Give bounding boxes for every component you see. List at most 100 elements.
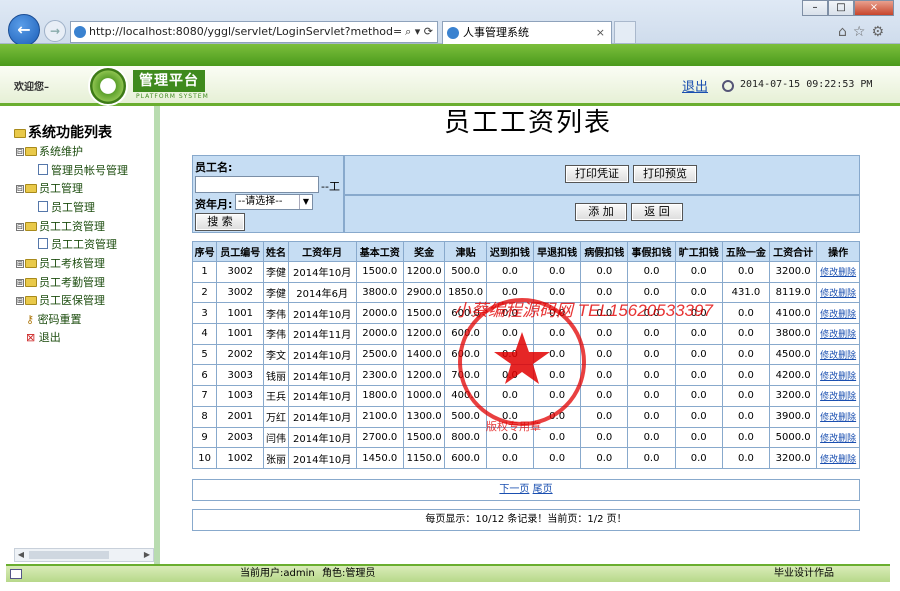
print-preview-button[interactable]: 打印预览 — [633, 165, 697, 183]
sidebar-item-insurance[interactable]: ⊞ 员工医保管理 — [16, 292, 105, 308]
table-cell: 0.0 — [533, 343, 582, 366]
back-button[interactable]: ← — [8, 14, 40, 46]
table-cell: 2014年10月 — [287, 364, 357, 387]
folder-icon — [14, 129, 26, 138]
collapse-icon[interactable]: ⊟ — [16, 223, 24, 231]
delete-link[interactable]: 删除 — [838, 310, 856, 320]
sidebar-item-password-reset[interactable]: ⚷ 密码重置 — [26, 311, 82, 327]
sidebar-scrollbar[interactable]: ◀ ▶ — [14, 548, 154, 562]
delete-link[interactable]: 删除 — [838, 392, 856, 402]
delete-link[interactable]: 删除 — [838, 413, 856, 423]
add-button[interactable]: 添 加 — [575, 203, 627, 221]
actions-cell: 修改删除 — [816, 405, 860, 428]
table-cell: 0.0 — [674, 323, 723, 345]
address-bar[interactable]: http://localhost:8080/yggl/servlet/Login… — [70, 21, 438, 43]
column-header: 工资年月 — [287, 241, 357, 262]
back-page-button[interactable]: 返 回 — [631, 203, 683, 221]
delete-link[interactable]: 删除 — [838, 351, 856, 361]
table-cell: 3200.0 — [769, 385, 818, 407]
sidebar-item-attendance[interactable]: ⊞ 员工考勤管理 — [16, 274, 105, 290]
table-cell: 4100.0 — [769, 302, 818, 325]
edit-link[interactable]: 修改 — [820, 330, 838, 340]
close-window-button[interactable]: × — [854, 0, 894, 16]
delete-link[interactable]: 删除 — [838, 455, 856, 465]
folder-icon — [25, 296, 37, 305]
table-cell: 800.0 — [444, 426, 487, 449]
actions-cell: 修改删除 — [816, 385, 860, 407]
table-cell: 0.0 — [721, 364, 771, 387]
table-cell: 10 — [191, 447, 218, 469]
sidebar-item-salary-folder[interactable]: ⊟ 员工工资管理 — [16, 218, 105, 234]
maximize-button[interactable]: □ — [828, 0, 854, 16]
delete-link[interactable]: 删除 — [838, 268, 856, 278]
sidebar-item-salary[interactable]: 员工工资管理 — [38, 236, 117, 252]
new-tab-button[interactable] — [614, 21, 636, 44]
table-cell: 0.0 — [485, 323, 535, 345]
minimize-button[interactable]: – — [802, 0, 828, 16]
table-cell: 2700.0 — [355, 426, 404, 449]
actions-cell: 修改删除 — [816, 426, 860, 449]
search-button[interactable]: 搜 索 — [195, 213, 245, 231]
browser-tab[interactable]: 人事管理系统 × — [442, 21, 612, 44]
table-cell: 2300.0 — [355, 364, 404, 387]
table-cell: 0.0 — [580, 405, 629, 428]
table-cell: 钱丽 — [263, 364, 289, 387]
table-cell: 0.0 — [533, 385, 582, 407]
table-cell: 2003 — [216, 426, 265, 449]
delete-link[interactable]: 删除 — [838, 372, 856, 382]
main-content: 员工工资列表 员工名: --工 资年月: --请选择-- ▼ 搜 索 打印凭证 打… — [166, 106, 890, 564]
edit-link[interactable]: 修改 — [820, 392, 838, 402]
expand-icon[interactable]: ⊞ — [16, 260, 24, 268]
clock-icon — [722, 80, 734, 92]
address-tools[interactable]: ⌕ ▾ ⟳ — [401, 22, 433, 42]
home-star-gear-icons[interactable]: ⌂☆⚙ — [838, 24, 890, 40]
table-cell: 7 — [191, 385, 218, 407]
sidebar-item-assessment[interactable]: ⊞ 员工考核管理 — [16, 255, 105, 271]
print-voucher-button[interactable]: 打印凭证 — [565, 165, 629, 183]
edit-link[interactable]: 修改 — [820, 289, 838, 299]
edit-link[interactable]: 修改 — [820, 455, 838, 465]
sidebar-item-admin-account[interactable]: 管理员帐号管理 — [38, 162, 128, 178]
folder-icon — [25, 278, 37, 287]
last-page-link[interactable]: 尾页 — [533, 484, 553, 495]
current-user: 当前用户:admin — [240, 568, 315, 579]
tab-close-icon[interactable]: × — [596, 22, 605, 44]
scroll-left-icon[interactable]: ◀ — [15, 549, 27, 561]
table-cell: 1001 — [216, 323, 265, 345]
edit-link[interactable]: 修改 — [820, 351, 838, 361]
scroll-thumb[interactable] — [29, 551, 109, 559]
logout-link[interactable]: 退出 — [682, 76, 708, 95]
delete-link[interactable]: 删除 — [838, 434, 856, 444]
delete-link[interactable]: 删除 — [838, 289, 856, 299]
name-input[interactable] — [195, 176, 319, 193]
table-cell: 0.0 — [721, 323, 771, 345]
actions-cell: 修改删除 — [816, 343, 860, 366]
table-cell: 0.0 — [627, 323, 676, 345]
forward-button[interactable]: → — [44, 20, 66, 42]
collapse-icon[interactable]: ⊟ — [16, 148, 24, 156]
table-row: 10 1002 张丽 2014年10月 1450.0 1150.0 600.0 0.0 0.0 0… — [191, 447, 860, 469]
collapse-icon[interactable]: ⊟ — [16, 185, 24, 193]
scroll-right-icon[interactable]: ▶ — [141, 549, 153, 561]
sidebar-item-employee-folder[interactable]: ⊟ 员工管理 — [16, 180, 83, 196]
month-select[interactable]: --请选择-- ▼ — [235, 194, 313, 210]
sidebar-item-exit[interactable]: ⊠ 退出 — [26, 329, 61, 345]
expand-icon[interactable]: ⊞ — [16, 297, 24, 305]
next-page-link[interactable]: 下一页 — [499, 484, 529, 495]
table-cell: 600.0 — [444, 323, 487, 345]
table-cell: 3002 — [216, 281, 265, 304]
table-cell: 1003 — [216, 385, 265, 407]
edit-link[interactable]: 修改 — [820, 434, 838, 444]
table-cell: 0.0 — [627, 385, 676, 407]
edit-link[interactable]: 修改 — [820, 268, 838, 278]
table-cell: 1000.0 — [402, 385, 446, 407]
delete-link[interactable]: 删除 — [838, 330, 856, 340]
edit-link[interactable]: 修改 — [820, 372, 838, 382]
edit-link[interactable]: 修改 — [820, 413, 838, 423]
arrow-left-icon: ← — [17, 20, 31, 39]
table-row: 6 3003 钱丽 2014年10月 2300.0 1200.0 700.0 0.0 0.0 0.… — [191, 364, 860, 387]
sidebar-item-employee[interactable]: 员工管理 — [38, 199, 95, 215]
sidebar-item-system[interactable]: ⊟ 系统维护 — [16, 143, 83, 159]
edit-link[interactable]: 修改 — [820, 310, 838, 320]
expand-icon[interactable]: ⊞ — [16, 279, 24, 287]
